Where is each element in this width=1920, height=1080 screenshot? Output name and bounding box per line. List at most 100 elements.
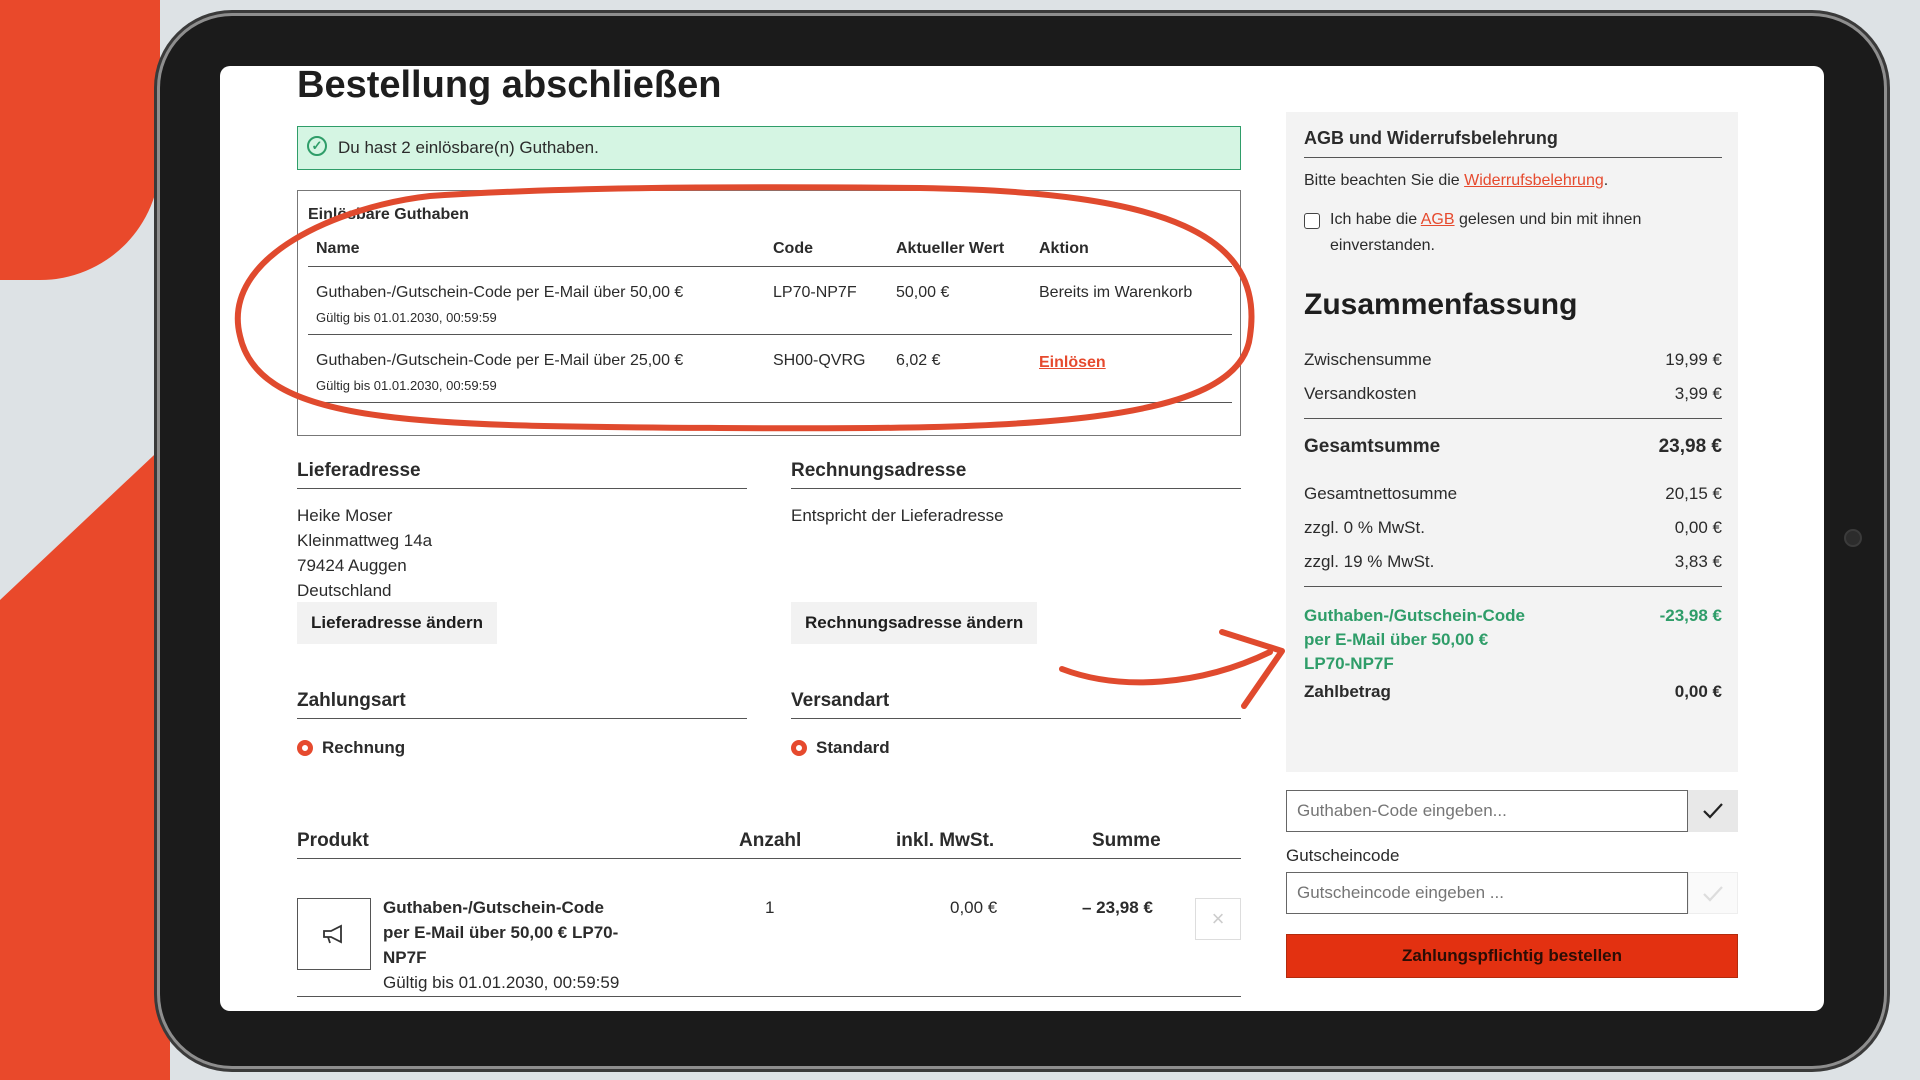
annotation-arrowhead	[1219, 629, 1285, 709]
summary-title: Zusammenfassung	[1304, 288, 1578, 321]
product-qty: 1	[765, 898, 775, 917]
products-header-total: Summe	[1092, 830, 1161, 851]
summary-vat0-label: zzgl. 0 % MwSt.	[1304, 518, 1425, 537]
summary-pay-value: 0,00 €	[1674, 682, 1722, 701]
terms-checkbox-prefix: Ich habe die	[1330, 211, 1421, 228]
summary-divider	[1304, 586, 1722, 587]
summary-vat19-value: 3,83 €	[1674, 552, 1722, 571]
summary-pay-label: Zahlbetrag	[1304, 682, 1391, 701]
terms-title: AGB und Widerrufsbelehrung	[1304, 128, 1558, 148]
summary-total-row: Gesamtsumme 23,98 €	[1304, 436, 1722, 458]
payment-divider	[297, 718, 747, 719]
product-name-line: per E-Mail über 50,00 € LP70-	[383, 923, 619, 942]
product-row-divider	[297, 996, 1241, 997]
credit-row-value: 6,02 €	[896, 352, 941, 369]
banner-text: Du hast 2 einlösbare(n) Guthaben.	[338, 138, 599, 157]
background-shape-bottom-left	[0, 440, 170, 1080]
shipping-method-option-label: Standard	[816, 738, 890, 757]
summary-credit-label-line: LP70-NP7F	[1304, 654, 1394, 673]
summary-shipping-label: Versandkosten	[1304, 384, 1417, 403]
credit-banner: ✓ Du hast 2 einlösbare(n) Guthaben.	[297, 126, 1241, 170]
terms-notice: Bitte beachten Sie die Widerrufsbelehrun…	[1304, 172, 1608, 190]
terms-checkbox-label-line2: einverstanden.	[1330, 237, 1435, 254]
summary-subtotal-value: 19,99 €	[1665, 350, 1722, 369]
shipping-method-divider	[791, 718, 1241, 719]
credit-row-valid: Gültig bis 01.01.2030, 00:59:59	[316, 378, 497, 393]
checkmark-icon	[1703, 886, 1723, 902]
place-order-button[interactable]: Zahlungspflichtig bestellen	[1286, 934, 1738, 978]
payment-title: Zahlungsart	[297, 690, 406, 711]
products-header-qty: Anzahl	[739, 830, 802, 851]
terms-notice-suffix: .	[1603, 172, 1609, 189]
voucher-submit-button[interactable]	[1688, 872, 1738, 914]
summary-total-value: 23,98 €	[1658, 436, 1722, 457]
credit-row-action-text: Bereits im Warenkorb	[1039, 284, 1193, 301]
credits-title: Einlösbare Guthaben	[308, 206, 469, 223]
remove-product-button[interactable]: ×	[1195, 898, 1241, 940]
shipping-address-line: 79424 Auggen	[297, 556, 407, 575]
page-title: Bestellung abschließen	[297, 66, 722, 106]
summary-divider	[1304, 418, 1722, 419]
credit-row-code: SH00-QVRG	[773, 352, 866, 369]
tablet-frame: Bestellung abschließen ✓ Du hast 2 einlö…	[160, 16, 1884, 1066]
voucher-code-input[interactable]	[1286, 872, 1688, 914]
product-name-line: Guthaben-/Gutschein-Code	[383, 898, 604, 917]
billing-address-text: Entspricht der Lieferadresse	[791, 506, 1004, 525]
products-header-divider	[297, 858, 1241, 859]
change-shipping-address-button[interactable]: Lieferadresse ändern	[297, 602, 497, 644]
summary-vat19-row: zzgl. 19 % MwSt. 3,83 €	[1304, 552, 1722, 572]
summary-shipping-value: 3,99 €	[1674, 384, 1722, 403]
redeem-link[interactable]: Einlösen	[1039, 354, 1106, 372]
billing-address-divider	[791, 488, 1241, 489]
credit-row-valid: Gültig bis 01.01.2030, 00:59:59	[316, 310, 497, 325]
summary-net-row: Gesamtnettosumme 20,15 €	[1304, 484, 1722, 504]
credit-row-code: LP70-NP7F	[773, 284, 857, 301]
summary-subtotal-row: Zwischensumme 19,99 €	[1304, 350, 1722, 370]
product-name-line: NP7F	[383, 948, 427, 967]
terms-notice-prefix: Bitte beachten Sie die	[1304, 172, 1465, 189]
terms-checkbox-label: Ich habe die AGB gelesen und bin mit ihn…	[1330, 211, 1641, 229]
credits-header-name: Name	[316, 240, 360, 257]
summary-vat0-value: 0,00 €	[1674, 518, 1722, 537]
product-image	[297, 898, 371, 970]
credits-header-code: Code	[773, 240, 813, 257]
credits-header-value: Aktueller Wert	[896, 240, 1005, 257]
annotation-arrow	[1059, 649, 1273, 686]
checkout-screen: Bestellung abschließen ✓ Du hast 2 einlö…	[220, 66, 1824, 1011]
summary-net-value: 20,15 €	[1665, 484, 1722, 503]
voucher-label: Gutscheincode	[1286, 846, 1400, 865]
summary-pay-row: Zahlbetrag 0,00 €	[1304, 682, 1722, 702]
payment-option-label: Rechnung	[322, 738, 406, 757]
summary-subtotal-label: Zwischensumme	[1304, 350, 1432, 369]
credits-header-divider	[308, 266, 1232, 267]
summary-shipping-row: Versandkosten 3,99 €	[1304, 384, 1722, 404]
summary-total-label: Gesamtsumme	[1304, 436, 1441, 457]
credit-row-name: Guthaben-/Gutschein-Code per E-Mail über…	[316, 284, 684, 301]
close-icon: ×	[1211, 906, 1225, 931]
credit-row-divider	[308, 334, 1232, 335]
shipping-address-divider	[297, 488, 747, 489]
camera-dot	[1844, 529, 1862, 547]
summary-vat0-row: zzgl. 0 % MwSt. 0,00 €	[1304, 518, 1722, 538]
terms-checkbox[interactable]	[1304, 213, 1320, 229]
products-header-price: inkl. MwSt.	[896, 830, 995, 851]
credit-code-submit-button[interactable]	[1688, 790, 1738, 832]
credit-row-divider	[308, 402, 1232, 403]
shipping-method-radio[interactable]	[791, 740, 807, 756]
change-billing-address-button[interactable]: Rechnungsadresse ändern	[791, 602, 1038, 644]
terms-checkbox-suffix: gelesen und bin mit ihnen	[1454, 211, 1642, 228]
product-price: 0,00 €	[950, 898, 998, 917]
withdrawal-link[interactable]: Widerrufsbelehrung	[1464, 172, 1604, 189]
credit-code-input[interactable]	[1286, 790, 1688, 832]
summary-vat19-label: zzgl. 19 % MwSt.	[1304, 552, 1435, 571]
products-header-product: Produkt	[297, 830, 369, 851]
summary-credit-label-line: per E-Mail über 50,00 €	[1304, 630, 1489, 649]
payment-radio[interactable]	[297, 740, 313, 756]
summary-credit-row: Guthaben-/Gutschein-Code per E-Mail über…	[1304, 606, 1722, 674]
agb-link[interactable]: AGB	[1421, 211, 1455, 228]
credit-row-value: 50,00 €	[896, 284, 950, 301]
credits-header-action: Aktion	[1039, 240, 1089, 257]
checkmark-icon	[1703, 803, 1723, 819]
shipping-address-line: Deutschland	[297, 581, 392, 600]
shipping-address-line: Heike Moser	[297, 506, 393, 525]
